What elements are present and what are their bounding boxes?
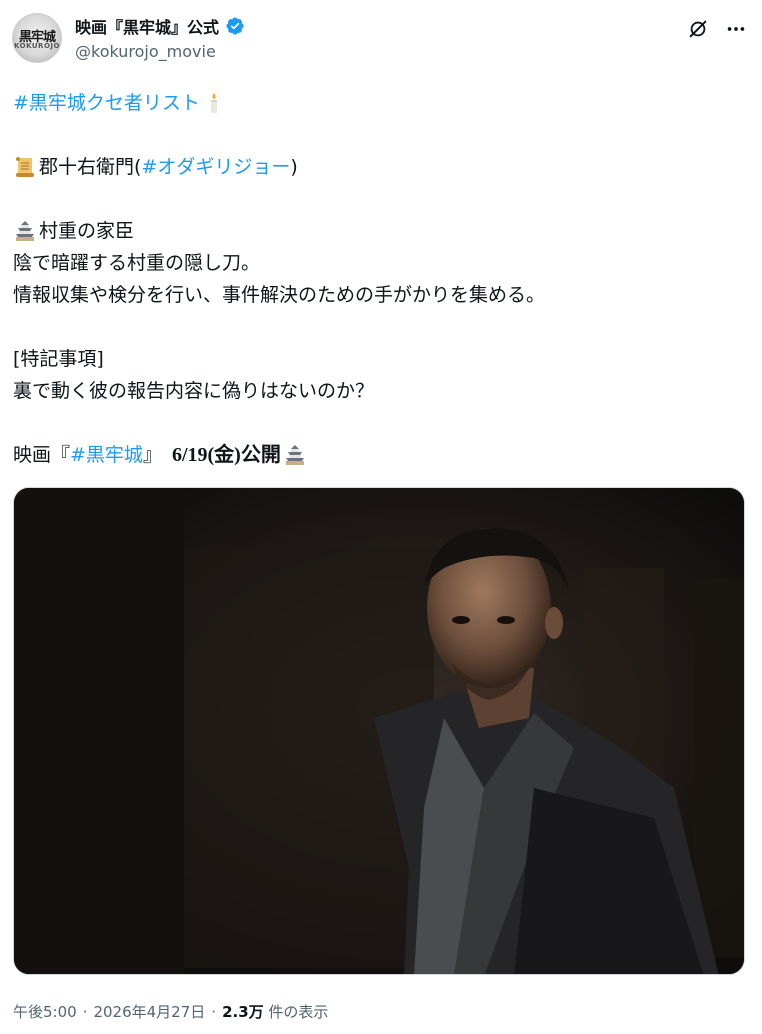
author-name-row: 映画『黒牢城』公式 [75,15,245,37]
scroll-icon [16,157,34,177]
separator: · [211,1002,217,1021]
candle-icon [210,93,217,113]
text-line: 情報収集や検分を行い、事件解決のための手がかりを集める。 [13,279,748,311]
text-line: 村重の家臣 [13,215,748,247]
release-suffix: 』 [142,444,162,466]
avatar[interactable]: 黒牢城 KOKUROJO [12,13,62,63]
text-line: 陰で暗躍する村重の隠し刀。 [13,247,748,279]
separator: · [82,1002,88,1021]
media-image[interactable] [13,487,745,975]
text-line: [特記事項] [13,343,748,375]
castle-icon [285,445,304,465]
tweet-text: #黒牢城クセ者リスト 郡十右衛門(#オダギリジョー) 村重の家臣 陰で暗躍する… [13,87,748,471]
actor-hashtag-link[interactable]: #オダギリジョー [141,151,290,183]
desc-line: 情報収集や検分を行い、事件解決のための手がかりを集める。 [13,284,546,306]
text-line: 裏で動く彼の報告内容に偽りはないのか？ [13,375,748,407]
hashtag-link[interactable]: #黒牢城クセ者リスト [13,87,200,119]
notes-line: 裏で動く彼の報告内容に偽りはないのか？ [13,380,375,402]
more-options-button[interactable] [722,15,750,43]
character-close: ) [290,156,298,178]
avatar-logo-roman: KOKUROJO [14,42,60,50]
text-line: #黒牢城クセ者リスト [13,87,748,119]
character-name: 郡十右衛門( [39,156,142,178]
tweet-meta: 午後5:00 · 2026年4月27日 · 2.3万 件の表示 [13,1001,328,1022]
notes-heading: [特記事項] [13,348,104,370]
post-date[interactable]: 2026年4月27日 [93,1001,205,1022]
verified-badge-icon[interactable] [225,16,245,36]
grok-button[interactable] [684,15,712,43]
views-count[interactable]: 2.3万 [222,1003,264,1021]
photo-still [14,488,744,974]
role-text: 村重の家臣 [39,220,135,242]
post-time[interactable]: 午後5:00 [13,1001,77,1022]
desc-line: 陰で暗躍する村重の隠し刀。 [13,252,261,274]
text-line: 郡十右衛門(#オダギリジョー) [13,151,748,183]
text-line: 映画『 #黒牢城』 6/19(金)公開 [13,439,748,471]
more-horizontal-icon [727,27,745,31]
castle-icon [16,221,34,241]
release-hashtag-link[interactable]: #黒牢城 [70,439,143,471]
grok-icon [689,20,707,38]
release-date: 6/19(金)公開 [171,444,281,466]
display-name[interactable]: 映画『黒牢城』公式 [75,14,219,38]
handle[interactable]: @kokurojo_movie [75,42,216,61]
views-label: 件の表示 [268,1003,329,1021]
release-prefix: 映画『 [13,444,71,466]
tweet: 黒牢城 KOKUROJO 映画『黒牢城』公式 @kokurojo_movie #… [0,0,762,1034]
